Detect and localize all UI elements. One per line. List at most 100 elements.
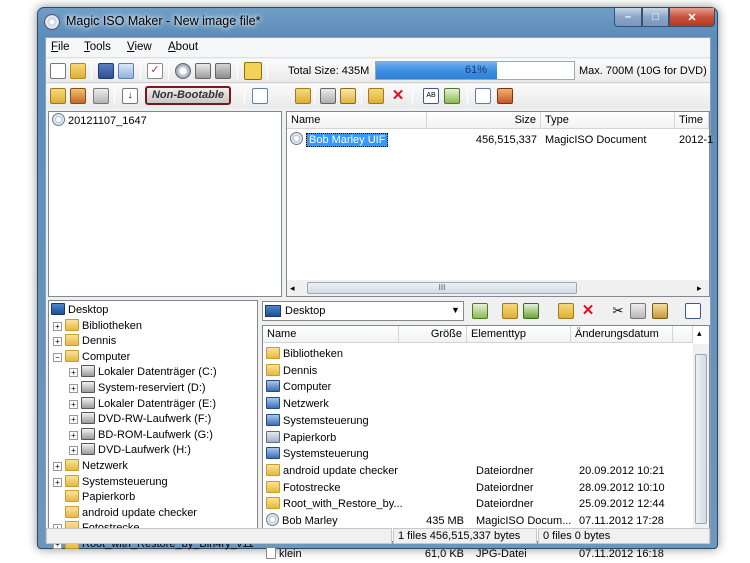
col-header-name-local[interactable]: Name — [263, 326, 399, 343]
create-folder-icon[interactable] — [558, 303, 574, 319]
view-mode-icon[interactable] — [685, 303, 701, 319]
table-row[interactable]: Dennis — [266, 363, 693, 380]
col-header-type[interactable]: Type — [541, 112, 675, 129]
scroll-left-arrow[interactable]: ◂ — [290, 283, 295, 294]
minimize-button[interactable]: – — [614, 8, 642, 27]
tree-node[interactable]: + Lokaler Datenträger (E:) — [69, 396, 216, 413]
delete-icon[interactable]: ✕ — [390, 88, 406, 104]
tree-node[interactable]: + Bibliotheken — [53, 318, 142, 335]
table-row[interactable]: Bob Marley UIF 456,515,337 MagicISO Docu… — [290, 132, 713, 149]
local-folder-tree[interactable]: Desktop + Bibliotheken + Dennis − Computer + Lok… — [48, 300, 258, 550]
go-icon[interactable] — [472, 303, 488, 319]
table-row[interactable]: Systemsteuerung — [266, 446, 693, 463]
table-row[interactable]: android update checker Dateiordner 20.09.2… — [266, 463, 693, 480]
properties-check-icon[interactable]: ✓ — [147, 63, 163, 79]
expand-toggle-icon[interactable]: + — [69, 430, 78, 440]
search-icon[interactable] — [475, 88, 491, 104]
table-row[interactable]: klein 61,0 KB JPG-Datei 07.11.2012 16:18 — [266, 546, 693, 563]
title-bar[interactable]: Magic ISO Maker - New image file* – □ ✕ — [38, 8, 717, 36]
rename-icon[interactable] — [340, 88, 356, 104]
bootable-status-button[interactable]: Non-Bootable — [145, 86, 231, 105]
tree-node[interactable]: − Computer — [53, 349, 130, 366]
tree-node[interactable]: + Dennis — [53, 333, 116, 350]
find-icon[interactable] — [252, 88, 268, 104]
expand-toggle-icon[interactable]: + — [69, 399, 78, 409]
tree-node[interactable]: + Systemsteuerung — [53, 474, 168, 491]
col-header-size[interactable]: Size — [427, 112, 541, 129]
up-folder-icon[interactable] — [295, 88, 311, 104]
expand-toggle-icon[interactable]: + — [53, 477, 62, 487]
new-folder-icon[interactable] — [50, 88, 66, 104]
scroll-thumb-vertical[interactable] — [695, 354, 707, 524]
tree-node[interactable]: Desktop — [51, 302, 108, 319]
delete-local-icon[interactable]: ✕ — [580, 303, 596, 319]
table-row[interactable]: Root_with_Restore_by... Dateiordner 25.09.… — [266, 496, 693, 513]
burn-disc-icon[interactable] — [175, 63, 191, 79]
menu-tools[interactable]: Tools — [84, 41, 111, 53]
tree-node[interactable]: + DVD-Laufwerk (H:) — [69, 442, 191, 459]
tree-node[interactable]: + System-reserviert (D:) — [69, 380, 206, 397]
maximize-button[interactable]: □ — [642, 8, 669, 27]
table-row[interactable]: Computer — [266, 379, 693, 396]
image-root-node[interactable]: 20121107_1647 — [52, 113, 147, 130]
tree-node[interactable]: Papierkorb — [53, 489, 135, 506]
paste-icon[interactable] — [652, 303, 668, 319]
mount-drive-icon[interactable] — [195, 63, 211, 79]
tree-node[interactable]: + Netzwerk — [53, 458, 128, 475]
new-file-icon[interactable] — [50, 63, 66, 79]
app-disc-icon[interactable] — [44, 14, 60, 30]
save-icon[interactable] — [98, 63, 114, 79]
expand-toggle-icon[interactable]: + — [69, 368, 78, 378]
table-row[interactable]: Netzwerk — [266, 396, 693, 413]
image-tree[interactable]: 20121107_1647 — [48, 111, 282, 297]
sort-icon[interactable]: ↓ — [122, 88, 138, 104]
copy-local-icon[interactable] — [630, 303, 646, 319]
local-file-list[interactable]: Name Größe Elementtyp Änderungsdatum Bib… — [262, 325, 710, 560]
expand-toggle-icon[interactable]: + — [53, 462, 62, 471]
table-row[interactable]: Systemsteuerung — [266, 413, 693, 430]
tools-icon[interactable] — [497, 88, 513, 104]
tree-node[interactable]: + DVD-RW-Laufwerk (F:) — [69, 411, 211, 428]
expand-toggle-icon[interactable]: + — [53, 321, 62, 331]
copy-icon[interactable] — [320, 88, 336, 104]
up-level-icon[interactable] — [502, 303, 518, 319]
scroll-up-arrow[interactable]: ▴ — [697, 328, 702, 339]
tree-node[interactable]: android update checker — [53, 505, 197, 522]
refresh-icon[interactable] — [523, 303, 539, 319]
virtual-drive-icon[interactable] — [215, 63, 231, 79]
col-header-type-local[interactable]: Elementtyp — [467, 326, 571, 343]
scroll-right-arrow[interactable]: ▸ — [697, 283, 702, 294]
open-folder-icon[interactable] — [70, 63, 86, 79]
table-row[interactable]: Papierkorb — [266, 430, 693, 447]
expand-toggle-icon[interactable]: + — [69, 446, 78, 456]
menu-about[interactable]: About — [168, 41, 198, 53]
menu-file[interactable]: File — [51, 41, 70, 53]
horizontal-scrollbar[interactable]: ◂ III ▸ — [287, 280, 709, 296]
vertical-scrollbar[interactable]: ▴ ▾ — [693, 328, 709, 541]
save-as-icon[interactable] — [118, 63, 134, 79]
close-button[interactable]: ✕ — [669, 8, 715, 27]
col-header-name[interactable]: Name — [287, 112, 427, 129]
add-files-icon[interactable] — [70, 88, 86, 104]
cut-icon[interactable]: ✂ — [610, 303, 626, 319]
table-row[interactable]: Bibliotheken — [266, 346, 693, 363]
col-header-size-local[interactable]: Größe — [399, 326, 467, 343]
tree-node[interactable]: + BD-ROM-Laufwerk (G:) — [69, 427, 213, 444]
path-combobox[interactable]: Desktop ▼ — [262, 301, 464, 321]
col-header-date-local[interactable]: Änderungsdatum — [571, 326, 673, 343]
expand-toggle-icon[interactable]: + — [53, 337, 62, 347]
label-icon[interactable]: AB — [423, 88, 439, 104]
menu-view[interactable]: View — [127, 41, 152, 53]
delete-files-icon[interactable] — [93, 88, 109, 104]
col-header-time[interactable]: Time — [675, 112, 709, 129]
expand-toggle-icon[interactable]: + — [69, 384, 78, 393]
expand-toggle-icon[interactable]: − — [53, 352, 62, 362]
tree-node[interactable]: + Lokaler Datenträger (C:) — [69, 364, 217, 381]
new-dir-icon[interactable] — [368, 88, 384, 104]
image-file-list[interactable]: Name Size Type Time Bob Marley UIF 456,5… — [286, 111, 713, 297]
chevron-down-icon[interactable]: ▼ — [451, 305, 460, 315]
scroll-thumb[interactable]: III — [307, 282, 577, 294]
image-info-icon[interactable] — [244, 62, 262, 80]
table-row[interactable]: Fotostrecke Dateiordner 28.09.2012 10:10 — [266, 480, 693, 497]
expand-toggle-icon[interactable]: + — [69, 415, 78, 425]
